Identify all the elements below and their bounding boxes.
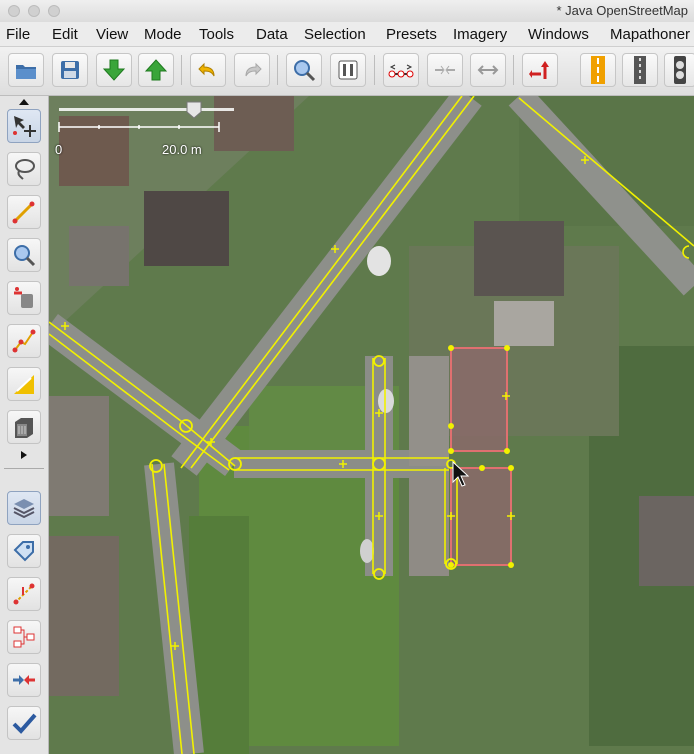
- open-button[interactable]: [8, 53, 44, 87]
- draw-mode-button[interactable]: [7, 195, 41, 229]
- upload-button[interactable]: [138, 53, 174, 87]
- upload-changes-button[interactable]: [522, 53, 558, 87]
- conflicts-toggle-button[interactable]: [7, 663, 41, 697]
- sidebar-divider: [4, 468, 44, 469]
- close-window-button[interactable]: [8, 5, 20, 17]
- menu-view[interactable]: View: [96, 26, 128, 43]
- road-preset-button[interactable]: [580, 53, 616, 87]
- parallel-way-icon: [14, 375, 34, 394]
- select-icon: [13, 116, 36, 137]
- download-button[interactable]: [96, 53, 132, 87]
- toolbar-separator: [513, 55, 514, 85]
- scroll-right-icon[interactable]: [20, 450, 28, 460]
- mode-sidebar: [0, 96, 49, 754]
- validation-toggle-button[interactable]: [7, 577, 41, 611]
- map-canvas[interactable]: [49, 96, 694, 754]
- validation-icon: [13, 583, 35, 605]
- zoom-window-button[interactable]: [48, 5, 60, 17]
- delete-icon: [14, 287, 33, 308]
- layers-icon: [13, 499, 35, 519]
- relations-icon: [13, 626, 35, 648]
- menu-file[interactable]: File: [6, 26, 30, 43]
- open-icon: [16, 65, 36, 79]
- window-title: * Java OpenStreetMap: [556, 3, 688, 18]
- scale-zero-label: 0: [55, 142, 63, 157]
- building-icon: [15, 418, 33, 438]
- changeset-toggle-button[interactable]: [7, 706, 41, 740]
- minimize-window-button[interactable]: [28, 5, 40, 17]
- relations-toggle-button[interactable]: [7, 620, 41, 654]
- menu-windows[interactable]: Windows: [528, 26, 589, 43]
- road-preset-icon: [591, 56, 605, 84]
- traffic-signal-icon: [674, 56, 686, 84]
- menu-data[interactable]: Data: [256, 26, 288, 43]
- menu-selection[interactable]: Selection: [304, 26, 366, 43]
- split-way-button[interactable]: [383, 53, 419, 87]
- draw-icon: [12, 201, 35, 224]
- undo-icon: [198, 62, 215, 77]
- download-icon: [102, 59, 126, 81]
- menu-tools[interactable]: Tools: [199, 26, 234, 43]
- reverse-way-button[interactable]: [470, 53, 506, 87]
- combine-way-button[interactable]: [427, 53, 463, 87]
- preferences-icon: [338, 60, 358, 80]
- lasso-mode-button[interactable]: [7, 152, 41, 186]
- select-mode-button[interactable]: [7, 109, 41, 143]
- building-outline[interactable]: [448, 345, 510, 454]
- zoom-slider-track[interactable]: [59, 108, 234, 111]
- menu-imagery[interactable]: Imagery: [453, 26, 507, 43]
- zoom-button[interactable]: [286, 53, 322, 87]
- scale-distance-label: 20.0 m: [162, 142, 202, 157]
- map-view[interactable]: 0 20.0 m: [49, 96, 694, 754]
- save-button[interactable]: [52, 53, 88, 87]
- redo-button[interactable]: [234, 53, 270, 87]
- toolbar-separator: [374, 55, 375, 85]
- redo-icon: [245, 62, 262, 77]
- conflicts-icon: [13, 675, 35, 685]
- split-way-icon: [388, 64, 414, 78]
- building-mode-button[interactable]: [7, 410, 41, 444]
- improve-way-icon: [12, 329, 36, 353]
- menu-edit[interactable]: Edit: [52, 26, 78, 43]
- upload-changes-icon: [529, 61, 549, 79]
- zoom-mode-button[interactable]: [7, 238, 41, 272]
- upload-icon: [144, 59, 168, 81]
- undo-button[interactable]: [190, 53, 226, 87]
- zoom-icon: [14, 245, 36, 267]
- preferences-button[interactable]: [330, 53, 366, 87]
- menu-bar: File Edit View Mode Tools Data Selection…: [0, 22, 694, 47]
- tags-icon: [13, 541, 34, 562]
- building-outline[interactable]: [448, 465, 514, 568]
- zoom-icon: [294, 60, 316, 82]
- traffic-signal-button[interactable]: [664, 53, 694, 87]
- toolbar-separator: [277, 55, 278, 85]
- save-icon: [61, 61, 79, 79]
- changeset-icon: [12, 713, 37, 734]
- window-title-bar: * Java OpenStreetMap: [0, 0, 694, 23]
- toolbar-separator: [181, 55, 182, 85]
- parallel-way-mode-button[interactable]: [7, 367, 41, 401]
- menu-mapathoner[interactable]: Mapathoner: [610, 26, 690, 43]
- railway-preset-icon: [634, 56, 646, 84]
- improve-way-mode-button[interactable]: [7, 324, 41, 358]
- layers-toggle-button[interactable]: [7, 491, 41, 525]
- railway-preset-button[interactable]: [622, 53, 658, 87]
- tags-toggle-button[interactable]: [7, 534, 41, 568]
- reverse-way-icon: [477, 65, 499, 75]
- delete-mode-button[interactable]: [7, 281, 41, 315]
- menu-presets[interactable]: Presets: [386, 26, 437, 43]
- combine-way-icon: [435, 65, 455, 75]
- scroll-up-icon[interactable]: [18, 98, 30, 106]
- menu-mode[interactable]: Mode: [144, 26, 182, 43]
- main-toolbar: [0, 47, 694, 96]
- lasso-icon: [15, 159, 35, 180]
